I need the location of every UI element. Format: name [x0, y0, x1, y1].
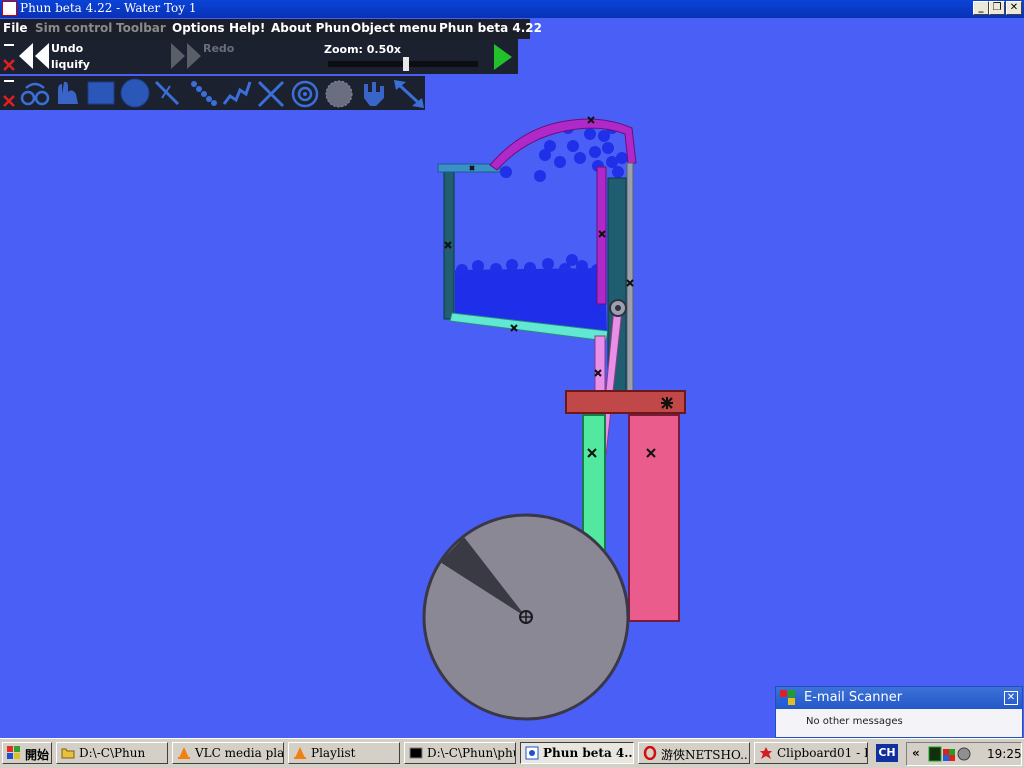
popup-close-icon[interactable]: ✕ [1004, 691, 1018, 705]
brush-tool-icon[interactable] [364, 82, 384, 106]
tool-bar [0, 76, 425, 110]
menu-options[interactable]: Options [172, 21, 225, 35]
fixate-tool-icon[interactable] [257, 80, 285, 108]
window-title: Phun beta 4.22 - Water Toy 1 [20, 1, 197, 15]
zoom-slider[interactable] [328, 57, 478, 71]
redo-label[interactable]: Redo [203, 42, 234, 55]
redo-icon[interactable] [170, 42, 202, 70]
clock: 19:25 [987, 747, 1022, 761]
zoom-label: Zoom: 0.50x [324, 43, 402, 56]
language-indicator[interactable]: CH [876, 744, 898, 762]
menu-sim-control[interactable]: Sim control [35, 21, 112, 35]
drag-tool-icon[interactable] [58, 81, 78, 104]
vlc-cone-icon [178, 747, 190, 759]
task-label: Phun beta 4.... [543, 746, 634, 760]
start-label: 開始 [25, 748, 50, 762]
menu-about-phun[interactable]: About Phun [271, 21, 350, 35]
avg-logo-icon [780, 690, 795, 705]
restore-button[interactable]: ❐ [989, 1, 1005, 15]
console-icon [409, 747, 423, 759]
plane-tool-icon[interactable] [154, 80, 180, 106]
vlc-cone-icon [294, 747, 306, 759]
sim-control-bar: Undo liquify Redo Zoom: 0.50x [0, 39, 518, 74]
tracer-tool-icon[interactable] [325, 80, 353, 108]
minimize-button[interactable]: _ [973, 1, 989, 15]
menu-object-menu[interactable]: Object menu [351, 21, 437, 35]
task-phun[interactable]: Phun beta 4.... [520, 742, 634, 764]
task-vlc[interactable]: VLC media pla... [172, 742, 284, 764]
task-label: D:\-C\Phun [79, 746, 146, 760]
phun-icon [525, 746, 539, 760]
task-label: VLC media pla... [195, 746, 284, 760]
task-browser[interactable]: 游俠NETSHO... [638, 742, 750, 764]
zoom-slider-handle[interactable] [403, 57, 409, 71]
irfanview-icon [760, 747, 772, 759]
app-icon[interactable] [2, 1, 17, 16]
task-explorer[interactable]: D:\-C\Phun [56, 742, 168, 764]
guide-rod[interactable] [626, 162, 634, 414]
toolbar-close-icon[interactable] [1, 77, 17, 109]
menu-help[interactable]: Help! [229, 21, 265, 35]
scale-tool-icon[interactable] [394, 80, 424, 108]
system-tray: « 19:25 [906, 742, 1022, 766]
pink-tank[interactable] [628, 414, 680, 622]
menu-file[interactable]: File [3, 21, 28, 35]
task-label: Playlist [311, 746, 356, 760]
popup-title: E-mail Scanner [804, 690, 903, 705]
task-cmd[interactable]: D:\-C\Phun\phu... [404, 742, 516, 764]
circle-tool-icon[interactable] [120, 78, 150, 108]
task-playlist[interactable]: Playlist [288, 742, 400, 764]
start-button[interactable]: 開始 [2, 742, 52, 764]
menu-version[interactable]: Phun beta 4.22 [439, 21, 542, 35]
panel-close-icon[interactable] [1, 41, 17, 73]
simulation-canvas[interactable] [0, 110, 1024, 738]
task-irfanview[interactable]: Clipboard01 - Ir... [754, 742, 868, 764]
task-label: 游俠NETSHO... [661, 748, 750, 762]
spring-tool-icon[interactable] [222, 81, 252, 105]
menu-bar: File Sim control Toolbar Options Help! A… [0, 19, 542, 39]
play-icon[interactable] [492, 43, 514, 71]
popup-message: No other messages [806, 716, 903, 727]
close-button[interactable]: ✕ [1006, 1, 1022, 15]
folder-icon [61, 748, 75, 759]
hinge-tool-icon[interactable] [291, 80, 319, 108]
shield-tray-icon[interactable] [957, 747, 971, 761]
box-tool-icon[interactable] [87, 81, 115, 105]
task-label: Clipboard01 - Ir... [777, 746, 867, 760]
chain-tool-icon[interactable] [20, 82, 50, 106]
tray-expand-icon[interactable]: « [912, 746, 920, 760]
task-label: D:\-C\Phun\phu... [427, 746, 515, 760]
hinge-center [615, 305, 621, 311]
popup-header: E-mail Scanner ✕ [776, 687, 1022, 709]
windows-logo-icon [7, 746, 20, 759]
menu-toolbar[interactable]: Toolbar [116, 21, 166, 35]
taskbar: 開始 D:\-C\Phun VLC media pla... Playlist … [0, 738, 1024, 768]
undo-sublabel: liquify [51, 58, 90, 71]
opera-icon [643, 746, 657, 760]
network-meter-icon[interactable] [928, 746, 942, 762]
undo-label[interactable]: Undo [51, 42, 83, 55]
title-bar: Phun beta 4.22 - Water Toy 1 _ ❐ ✕ [0, 0, 1024, 18]
chain-beads-tool-icon[interactable] [191, 81, 217, 106]
email-scanner-popup: E-mail Scanner ✕ No other messages [775, 686, 1023, 738]
undo-icon[interactable] [18, 42, 50, 70]
